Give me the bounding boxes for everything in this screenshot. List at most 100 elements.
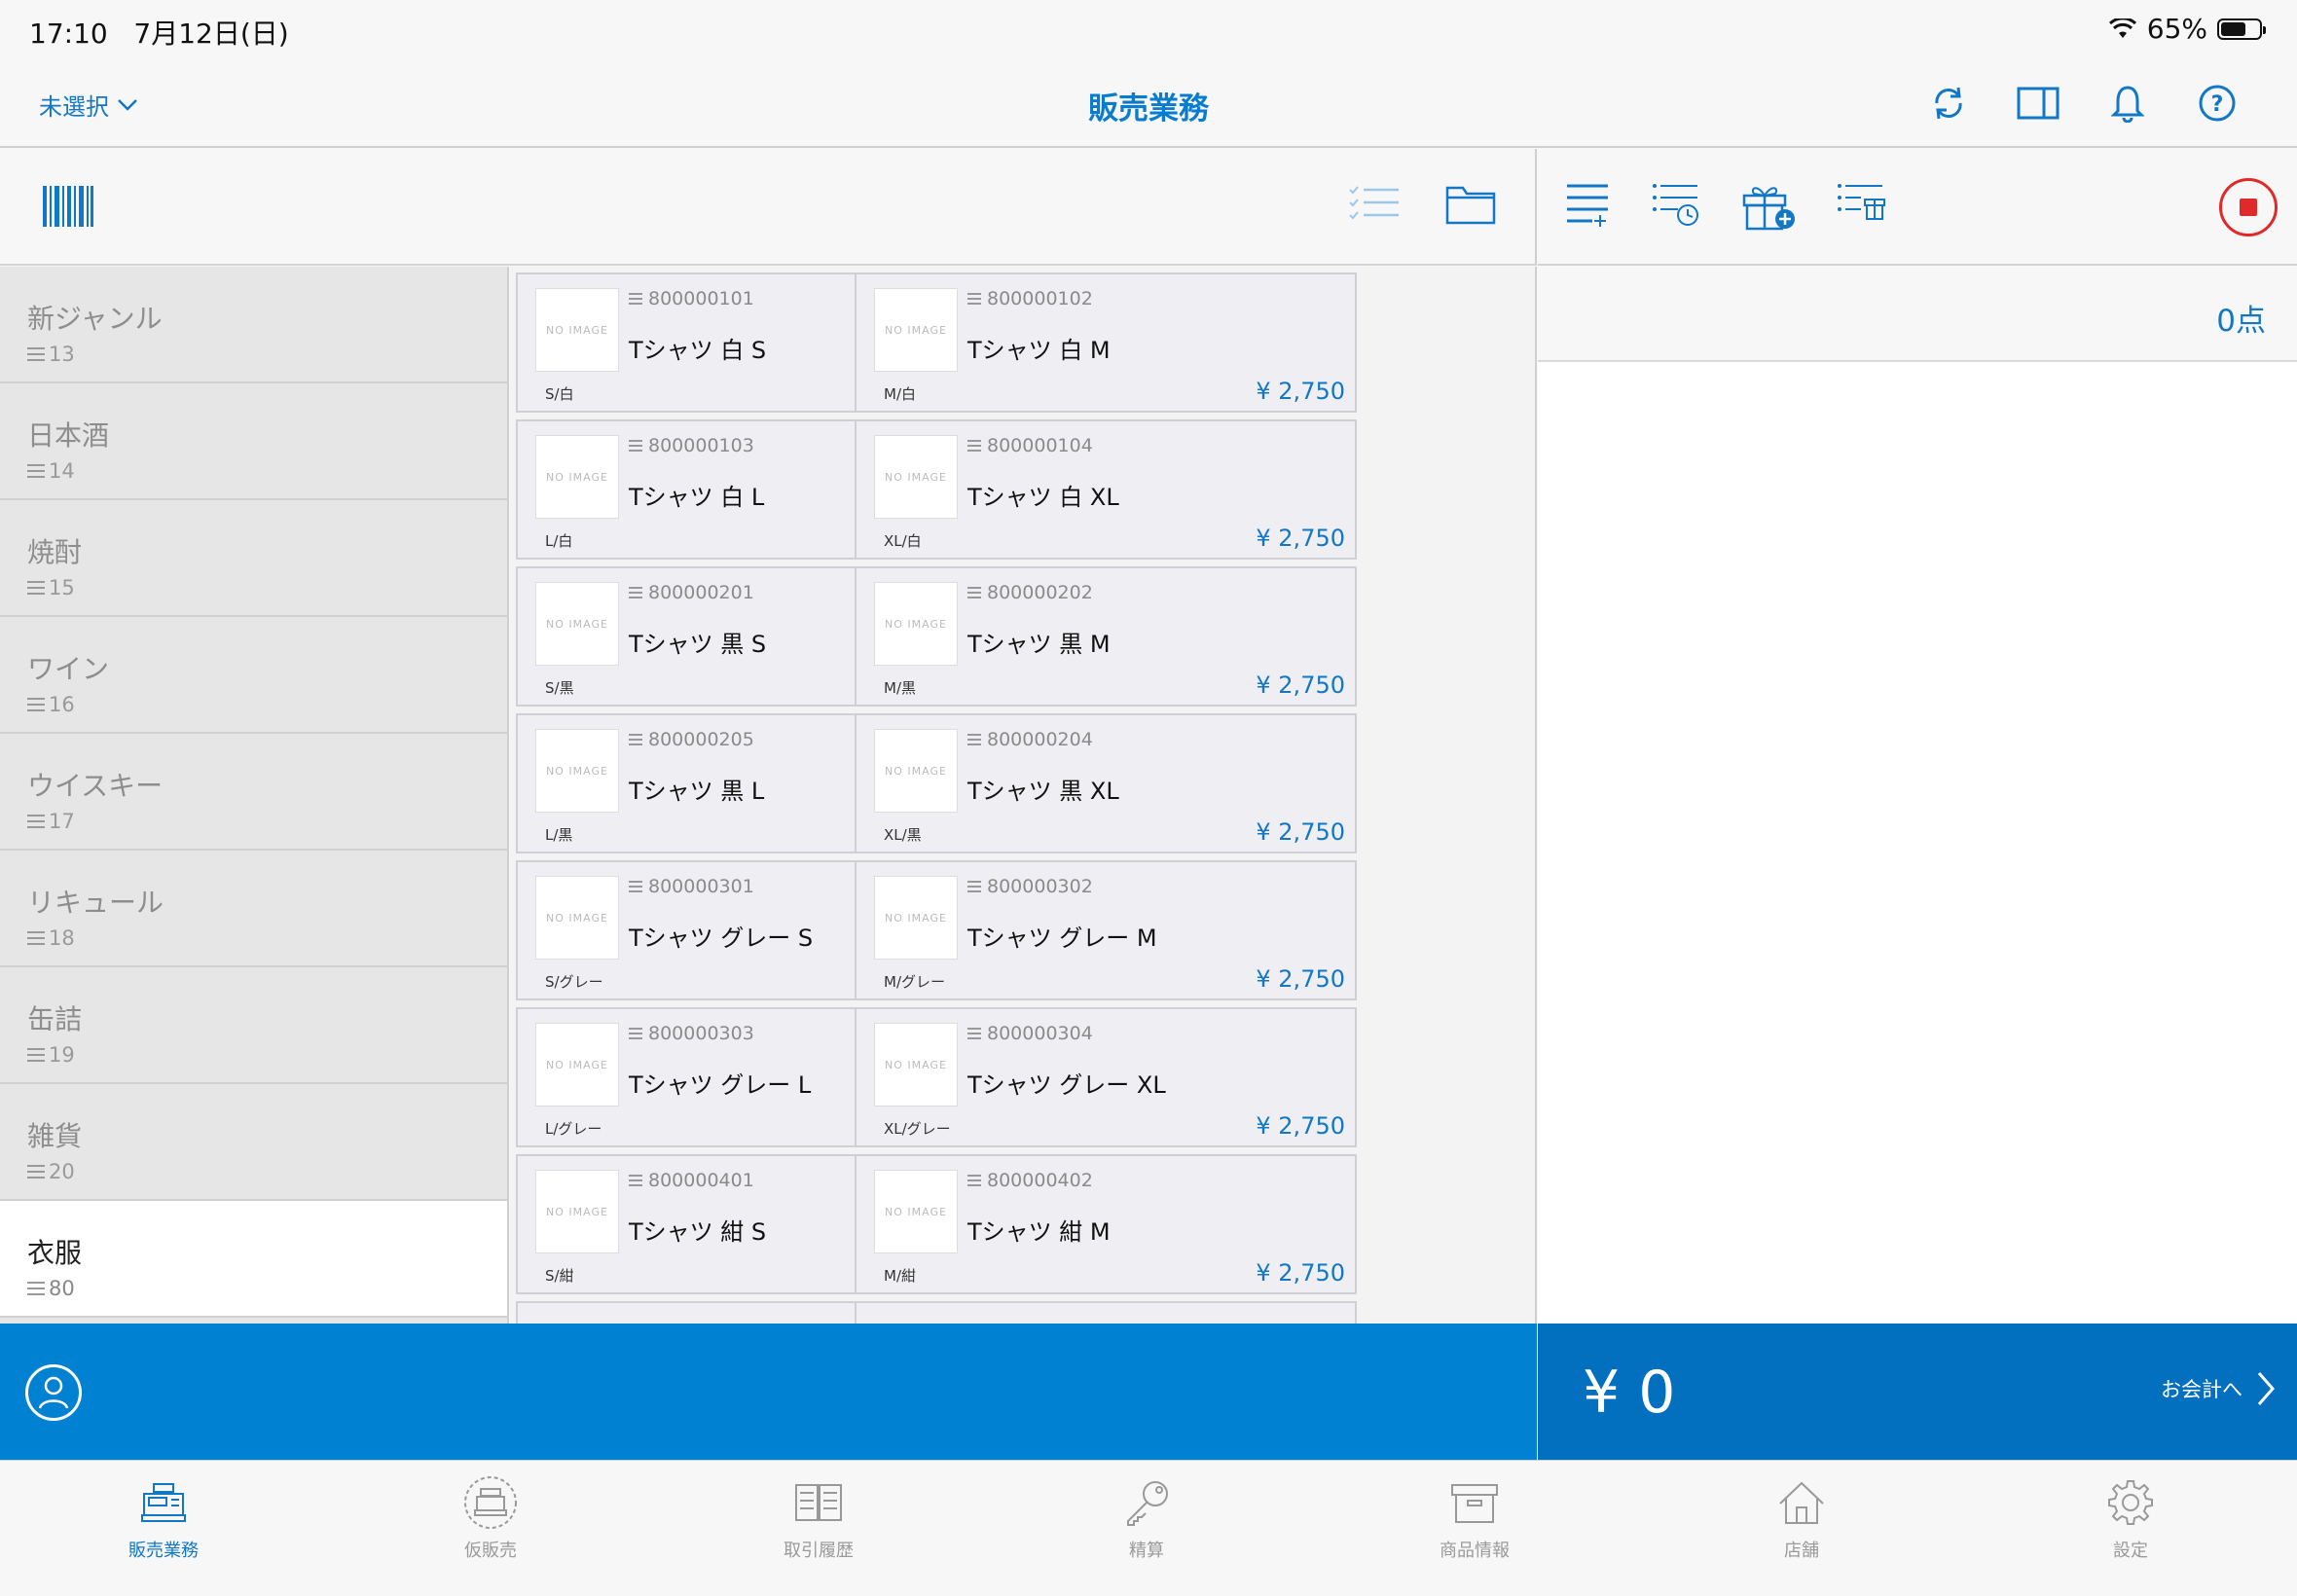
list-icon xyxy=(27,815,45,828)
bell-icon xyxy=(2111,86,2144,123)
category-count: 15 xyxy=(27,576,507,599)
product-name: Tシャツ 黒 M xyxy=(967,631,1111,658)
product-tile[interactable] xyxy=(855,1301,1357,1324)
customer-button[interactable] xyxy=(25,1364,82,1421)
product-code-value: 800000102 xyxy=(987,288,1093,309)
product-name: Tシャツ グレー S xyxy=(629,925,814,952)
product-thumbnail: NO IMAGE xyxy=(535,435,619,519)
category-item[interactable]: 日本酒 14 xyxy=(0,383,507,500)
navigation-bar: 未選択 販売業務 ? xyxy=(0,62,2297,148)
product-tile[interactable]: NO IMAGE 800000104 Tシャツ 白 XL XL/白 ¥ 2,750 xyxy=(855,419,1357,560)
category-item[interactable]: 雑貨 20 xyxy=(0,1084,507,1201)
status-time: 17:10 7月12日(日) xyxy=(29,13,289,52)
list-icon xyxy=(967,1175,981,1186)
stop-icon xyxy=(2240,199,2257,216)
category-name: 新ジャンル xyxy=(27,303,163,335)
list-icon xyxy=(27,1048,45,1062)
product-variant: S/グレー xyxy=(545,973,603,991)
view-options xyxy=(1348,182,1496,229)
list-icon xyxy=(629,1175,642,1186)
product-tile[interactable]: NO IMAGE 800000102 Tシャツ 白 M M/白 ¥ 2,750 xyxy=(855,272,1357,413)
wifi-icon xyxy=(2108,18,2136,38)
tab-label: 精算 xyxy=(1129,1541,1164,1561)
product-code: 800000302 xyxy=(967,876,1093,897)
product-name: Tシャツ 白 S xyxy=(629,337,767,364)
tab-home[interactable]: 店舗 xyxy=(1704,1470,1899,1562)
category-count-value: 13 xyxy=(49,343,75,366)
product-name: Tシャツ 紺 M xyxy=(967,1218,1111,1246)
product-name: Tシャツ 白 M xyxy=(967,337,1111,364)
checklist-button[interactable] xyxy=(1348,182,1401,229)
tab-gear[interactable]: 設定 xyxy=(2033,1470,2228,1562)
category-count: 16 xyxy=(27,693,507,716)
list-icon xyxy=(629,1028,642,1039)
tab-label: 設定 xyxy=(2113,1541,2148,1561)
category-item[interactable]: 新ジャンル 13 xyxy=(0,267,507,383)
checkout-button[interactable]: お会計へ xyxy=(2161,1370,2276,1407)
product-variant: L/白 xyxy=(545,532,573,550)
gift-add-button[interactable] xyxy=(1740,180,1797,235)
svg-text:?: ? xyxy=(2211,92,2224,117)
tab-key[interactable]: 精算 xyxy=(1049,1470,1244,1562)
category-item[interactable]: 焼酎 15 xyxy=(0,500,507,617)
product-tile[interactable]: NO IMAGE 800000204 Tシャツ 黒 XL XL/黒 ¥ 2,750 xyxy=(855,713,1357,853)
product-price: ¥ 2,750 xyxy=(1256,965,1345,993)
list-icon xyxy=(27,1282,45,1295)
stop-button[interactable] xyxy=(2219,178,2278,236)
product-code-value: 800000104 xyxy=(987,435,1093,456)
category-item[interactable]: ウイスキー 17 xyxy=(0,734,507,851)
product-code: 800000401 xyxy=(629,1170,754,1191)
product-name: Tシャツ 白 L xyxy=(629,484,765,511)
tab-book[interactable]: 取引履歴 xyxy=(721,1470,916,1562)
product-tile[interactable]: NO IMAGE 800000202 Tシャツ 黒 M M/黒 ¥ 2,750 xyxy=(855,566,1357,707)
tab-label: 店舗 xyxy=(1784,1541,1819,1561)
product-name: Tシャツ グレー L xyxy=(629,1071,812,1099)
split-view-button[interactable] xyxy=(2017,82,2060,125)
product-code-value: 800000201 xyxy=(648,582,754,603)
tab-register[interactable]: 販売業務 xyxy=(66,1470,261,1562)
category-list: 新ジャンル 13 日本酒 14 焼酎 15 ワイン 16 ウイスキー 17 リキュール 18 缶詰 19 雑… xyxy=(0,267,509,1324)
category-item[interactable]: 衣服 80 xyxy=(0,1201,507,1318)
category-name: 雑貨 xyxy=(27,1120,83,1152)
category-name: 焼酎 xyxy=(27,536,83,568)
product-thumbnail: NO IMAGE xyxy=(535,876,619,960)
add-line-button[interactable] xyxy=(1565,180,1612,235)
folder-button[interactable] xyxy=(1445,182,1496,229)
cart-toolbar xyxy=(1538,149,2297,266)
barcode-scan-button[interactable] xyxy=(43,186,93,231)
product-price: ¥ 2,750 xyxy=(1256,671,1345,699)
category-item[interactable]: リキュール 18 xyxy=(0,851,507,967)
hold-list-button[interactable] xyxy=(1651,180,1701,235)
tab-bar: 販売業務 仮販売 取引履歴 精算 商品情報 店舗 設定 xyxy=(0,1460,2297,1596)
category-count: 13 xyxy=(27,343,507,366)
category-count: 17 xyxy=(27,810,507,833)
product-thumbnail: NO IMAGE xyxy=(874,582,958,666)
checkout-label: お会計へ xyxy=(2161,1378,2242,1401)
list-icon xyxy=(967,293,981,305)
category-count: 20 xyxy=(27,1160,507,1183)
product-tile[interactable]: NO IMAGE 800000304 Tシャツ グレー XL XL/グレー ¥ 2,75… xyxy=(855,1007,1357,1147)
checklist-icon xyxy=(1349,186,1399,220)
product-variant: S/白 xyxy=(545,385,574,403)
help-icon: ? xyxy=(2199,85,2236,122)
tab-box[interactable]: 商品情報 xyxy=(1377,1470,1572,1562)
list-add-icon xyxy=(1567,184,1608,227)
notifications-button[interactable] xyxy=(2106,82,2149,125)
product-tile[interactable]: NO IMAGE 800000302 Tシャツ グレー M M/グレー ¥ 2,750 xyxy=(855,860,1357,1000)
book-icon xyxy=(721,1470,916,1535)
temp-register-icon xyxy=(393,1470,588,1535)
product-code: 800000104 xyxy=(967,435,1093,456)
gift-list-button[interactable] xyxy=(1836,180,1886,235)
category-count-value: 18 xyxy=(49,926,75,950)
category-count-value: 14 xyxy=(49,459,75,483)
tab-temp-register[interactable]: 仮販売 xyxy=(393,1470,588,1562)
list-icon xyxy=(967,587,981,598)
category-item[interactable]: ワイン 16 xyxy=(0,617,507,734)
category-item[interactable]: 缶詰 19 xyxy=(0,967,507,1084)
sync-button[interactable] xyxy=(1927,82,1970,125)
product-tile[interactable]: NO IMAGE 800000402 Tシャツ 紺 M M/紺 ¥ 2,750 xyxy=(855,1154,1357,1294)
list-icon xyxy=(967,440,981,452)
help-button[interactable]: ? xyxy=(2196,82,2239,125)
product-thumbnail: NO IMAGE xyxy=(535,729,619,813)
category-count-value: 15 xyxy=(49,576,75,599)
